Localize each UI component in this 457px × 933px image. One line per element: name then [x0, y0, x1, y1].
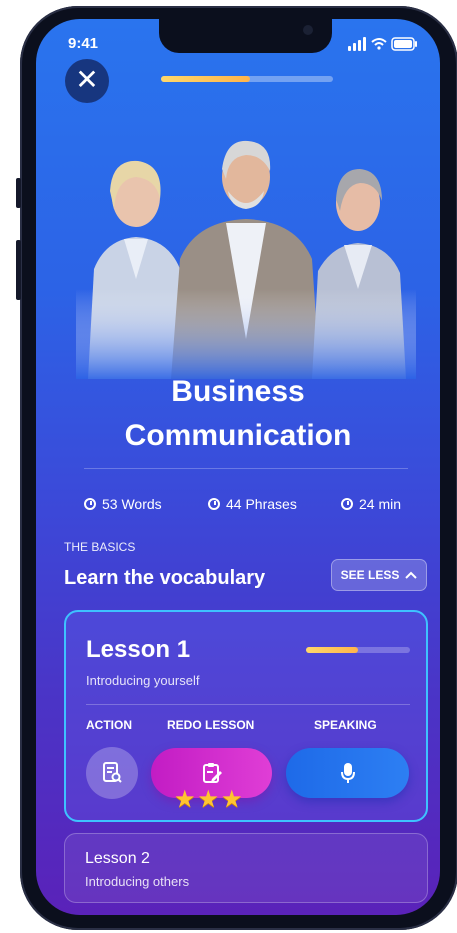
document-search-icon	[103, 762, 122, 783]
stat-phrases: 44 Phrases	[208, 496, 297, 512]
course-progress-bar	[161, 76, 333, 82]
stat-duration-label: 24 min	[359, 496, 402, 512]
hero-illustration-people	[76, 140, 416, 379]
section-title: Learn the vocabulary	[64, 567, 266, 589]
app-screen: 9:41 ✕ Business Communication 53 Words 4…	[36, 19, 440, 915]
camera	[303, 25, 313, 35]
microphone-icon	[340, 763, 355, 783]
clock-icon	[341, 498, 353, 510]
redo-label: REDO LESSON	[167, 718, 255, 732]
course-title-line1: Business	[171, 375, 305, 408]
stat-words-label: 53 Words	[102, 496, 162, 512]
lesson-1-title: Lesson 1	[86, 636, 191, 663]
close-button[interactable]: ✕	[65, 59, 109, 103]
chevron-up-icon	[405, 571, 418, 579]
speaking-button[interactable]	[286, 748, 409, 798]
star-icon: ★	[174, 786, 196, 813]
see-less-button[interactable]: SEE LESS	[331, 559, 427, 591]
clock-icon	[208, 498, 220, 510]
action-button[interactable]	[86, 747, 138, 799]
side-button	[16, 240, 21, 300]
lesson-1-progress-fill	[306, 647, 358, 653]
side-button	[16, 178, 21, 208]
stat-words: 53 Words	[84, 496, 162, 512]
stat-phrases-label: 44 Phrases	[226, 496, 297, 512]
lesson-2-title: Lesson 2	[85, 850, 150, 867]
wifi-icon	[371, 38, 387, 46]
lesson-card-1[interactable]: Lesson 1 Introducing yourself ACTION RED…	[64, 610, 428, 822]
lesson-card-2[interactable]: Lesson 2 Introducing others	[64, 833, 428, 903]
course-title-line2: Communication	[124, 419, 352, 452]
speaking-label: SPEAKING	[314, 718, 377, 732]
divider	[84, 468, 408, 469]
signal-icon	[348, 37, 366, 51]
course-progress-fill	[161, 76, 251, 82]
star-icon: ★	[221, 786, 243, 813]
clock-icon	[84, 498, 96, 510]
lesson-1-rating-stars: ★ ★ ★	[174, 788, 243, 812]
close-icon: ✕	[75, 64, 99, 95]
notch	[159, 19, 332, 53]
status-time: 9:41	[68, 35, 99, 52]
card-divider	[86, 704, 410, 705]
lesson-2-subtitle: Introducing others	[85, 874, 190, 889]
star-icon: ★	[197, 786, 220, 813]
status-icons	[348, 37, 417, 51]
lesson-1-progress-bar	[306, 647, 410, 653]
clipboard-edit-icon	[202, 763, 222, 783]
stat-duration: 24 min	[341, 496, 401, 512]
lesson-1-subtitle: Introducing yourself	[86, 673, 200, 688]
battery-icon	[391, 37, 417, 51]
action-label: ACTION	[86, 718, 132, 732]
see-less-label: SEE LESS	[340, 568, 400, 582]
section-eyebrow: THE BASICS	[64, 540, 136, 554]
